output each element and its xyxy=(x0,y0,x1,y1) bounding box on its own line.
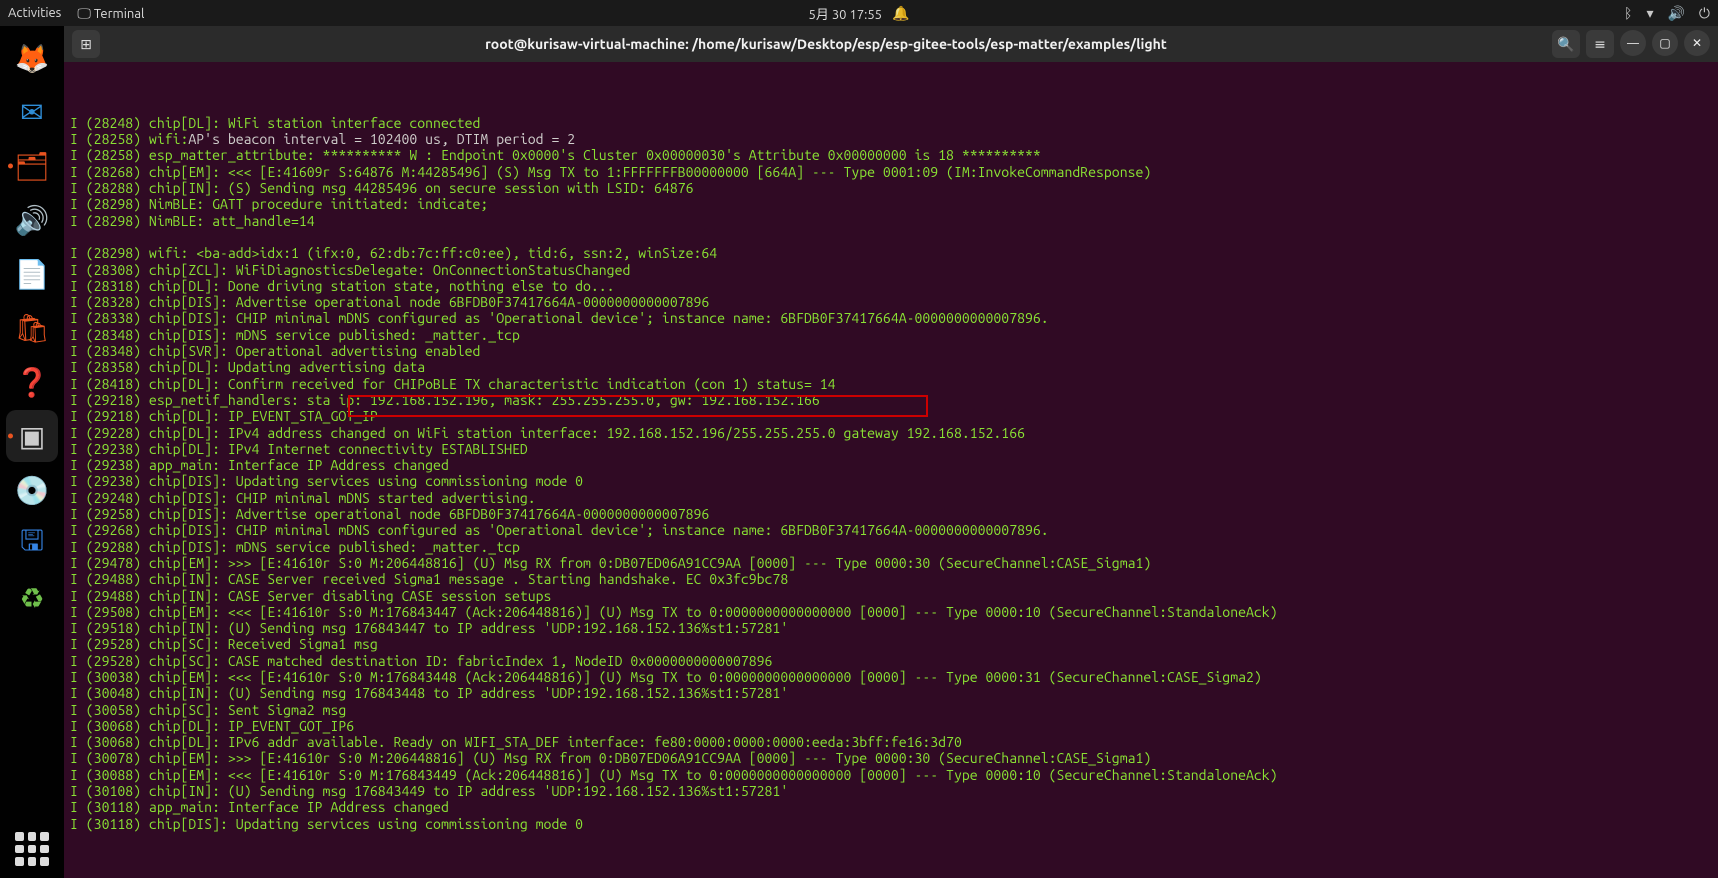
log-line: I (29248) chip[DIS]: CHIP minimal mDNS s… xyxy=(70,490,1712,506)
notification-icon[interactable]: 🔔 xyxy=(892,5,909,22)
app-name-label: Terminal xyxy=(94,7,145,21)
dock-disks[interactable]: 💿 xyxy=(6,464,58,516)
log-line: I (28298) NimBLE: att_handle=14 xyxy=(70,213,1712,229)
new-tab-button[interactable]: ⊞ xyxy=(72,30,100,58)
network-icon[interactable]: ▾ xyxy=(1646,5,1653,22)
dock-trash[interactable]: ♻ xyxy=(6,572,58,624)
log-line: I (30118) chip[DIS]: Updating services u… xyxy=(70,816,1712,832)
close-button[interactable]: ✕ xyxy=(1684,30,1710,56)
log-line: I (28298) NimBLE: GATT procedure initiat… xyxy=(70,196,1712,212)
dock-show-apps[interactable] xyxy=(9,826,55,872)
log-line: I (28288) chip[IN]: (S) Sending msg 4428… xyxy=(70,180,1712,196)
log-line: I (29488) chip[IN]: CASE Server received… xyxy=(70,571,1712,587)
app-indicator[interactable]: 🖵 Terminal xyxy=(77,5,144,22)
log-line: I (29268) chip[DIS]: CHIP minimal mDNS c… xyxy=(70,522,1712,538)
log-line: I (30078) chip[EM]: >>> [E:41610r S:0 M:… xyxy=(70,750,1712,766)
log-line: I (28328) chip[DIS]: Advertise operation… xyxy=(70,294,1712,310)
volume-icon[interactable]: 🔊 xyxy=(1667,5,1684,22)
dock-thunderbird[interactable]: ✉ xyxy=(6,86,58,138)
clock-label[interactable]: 5月 30 17:55 xyxy=(809,4,882,23)
window-titlebar: ⊞ root@kurisaw-virtual-machine: /home/ku… xyxy=(64,26,1718,62)
log-line: I (30038) chip[EM]: <<< [E:41610r S:0 M:… xyxy=(70,669,1712,685)
log-line: I (29228) chip[DL]: IPv4 address changed… xyxy=(70,425,1712,441)
log-line: I (29258) chip[DIS]: Advertise operation… xyxy=(70,506,1712,522)
log-line: I (30048) chip[IN]: (U) Sending msg 1768… xyxy=(70,685,1712,701)
log-line: I (29518) chip[IN]: (U) Sending msg 1768… xyxy=(70,620,1712,636)
log-line: I (28338) chip[DIS]: CHIP minimal mDNS c… xyxy=(70,310,1712,326)
power-icon[interactable]: ⏻ xyxy=(1699,5,1710,22)
log-line: I (29218) esp_netif_handlers: sta ip: 19… xyxy=(70,392,1712,408)
terminal-output[interactable]: I (28248) chip[DL]: WiFi station interfa… xyxy=(64,62,1718,878)
log-line: I (29528) chip[SC]: Received Sigma1 msg xyxy=(70,636,1712,652)
dock-firefox[interactable]: 🦊 xyxy=(6,32,58,84)
terminal-window: ⊞ root@kurisaw-virtual-machine: /home/ku… xyxy=(64,26,1718,878)
log-line: I (28258) esp_matter_attribute: ********… xyxy=(70,147,1712,163)
dock-backup[interactable]: 🖫 xyxy=(6,518,58,570)
dock-help[interactable]: ❓ xyxy=(6,356,58,408)
log-line: I (28268) chip[EM]: <<< [E:41609r S:6487… xyxy=(70,164,1712,180)
log-line: I (28358) chip[DL]: Updating advertising… xyxy=(70,359,1712,375)
log-line: I (29488) chip[IN]: CASE Server disablin… xyxy=(70,588,1712,604)
dock-files[interactable]: 🗂 xyxy=(6,140,58,192)
activities-button[interactable]: Activities xyxy=(8,6,61,20)
terminal-icon: 🖵 xyxy=(77,5,91,21)
log-line: I (29238) app_main: Interface IP Address… xyxy=(70,457,1712,473)
log-line: I (30068) chip[DL]: IPv6 addr available.… xyxy=(70,734,1712,750)
log-line: I (29508) chip[EM]: <<< [E:41610r S:0 M:… xyxy=(70,604,1712,620)
bluetooth-icon[interactable]: ᛒ xyxy=(1624,5,1632,21)
log-line: I (28348) chip[DIS]: mDNS service publis… xyxy=(70,327,1712,343)
maximize-button[interactable]: ▢ xyxy=(1652,30,1678,56)
minimize-button[interactable]: — xyxy=(1620,30,1646,56)
log-line: I (29218) chip[DL]: IP_EVENT_STA_GOT_IP xyxy=(70,408,1712,424)
window-title: root@kurisaw-virtual-machine: /home/kuri… xyxy=(108,36,1544,52)
log-line: I (29238) chip[DIS]: Updating services u… xyxy=(70,473,1712,489)
dock: 🦊 ✉ 🗂 🔊 📄 🛍 ❓ ▣ 💿 🖫 ♻ xyxy=(0,26,64,878)
hamburger-menu-button[interactable]: ≡ xyxy=(1586,30,1614,58)
system-top-bar: Activities 🖵 Terminal 5月 30 17:55 🔔 ᛒ ▾ … xyxy=(0,0,1718,26)
log-line: I (30088) chip[EM]: <<< [E:41610r S:0 M:… xyxy=(70,767,1712,783)
dock-software[interactable]: 🛍 xyxy=(6,302,58,354)
log-line: I (28258) wifi:AP's beacon interval = 10… xyxy=(70,131,1712,147)
search-button[interactable]: 🔍 xyxy=(1552,30,1580,58)
log-line: I (29528) chip[SC]: CASE matched destina… xyxy=(70,653,1712,669)
log-line: I (30068) chip[DL]: IP_EVENT_GOT_IP6 xyxy=(70,718,1712,734)
log-line: I (29288) chip[DIS]: mDNS service publis… xyxy=(70,539,1712,555)
dock-writer[interactable]: 📄 xyxy=(6,248,58,300)
log-line xyxy=(70,229,1712,245)
log-line: I (30058) chip[SC]: Sent Sigma2 msg xyxy=(70,702,1712,718)
log-line: I (29238) chip[DL]: IPv4 Internet connec… xyxy=(70,441,1712,457)
log-line: I (30108) chip[IN]: (U) Sending msg 1768… xyxy=(70,783,1712,799)
log-line: I (28298) wifi: <ba-add>idx:1 (ifx:0, 62… xyxy=(70,245,1712,261)
log-line: I (28418) chip[DL]: Confirm received for… xyxy=(70,376,1712,392)
log-line: I (30118) app_main: Interface IP Address… xyxy=(70,799,1712,815)
log-line: I (28348) chip[SVR]: Operational adverti… xyxy=(70,343,1712,359)
log-line: I (29478) chip[EM]: >>> [E:41610r S:0 M:… xyxy=(70,555,1712,571)
dock-terminal[interactable]: ▣ xyxy=(6,410,58,462)
log-line: I (28248) chip[DL]: WiFi station interfa… xyxy=(70,115,1712,131)
dock-rhythmbox[interactable]: 🔊 xyxy=(6,194,58,246)
log-line: I (28318) chip[DL]: Done driving station… xyxy=(70,278,1712,294)
log-line: I (28308) chip[ZCL]: WiFiDiagnosticsDele… xyxy=(70,262,1712,278)
